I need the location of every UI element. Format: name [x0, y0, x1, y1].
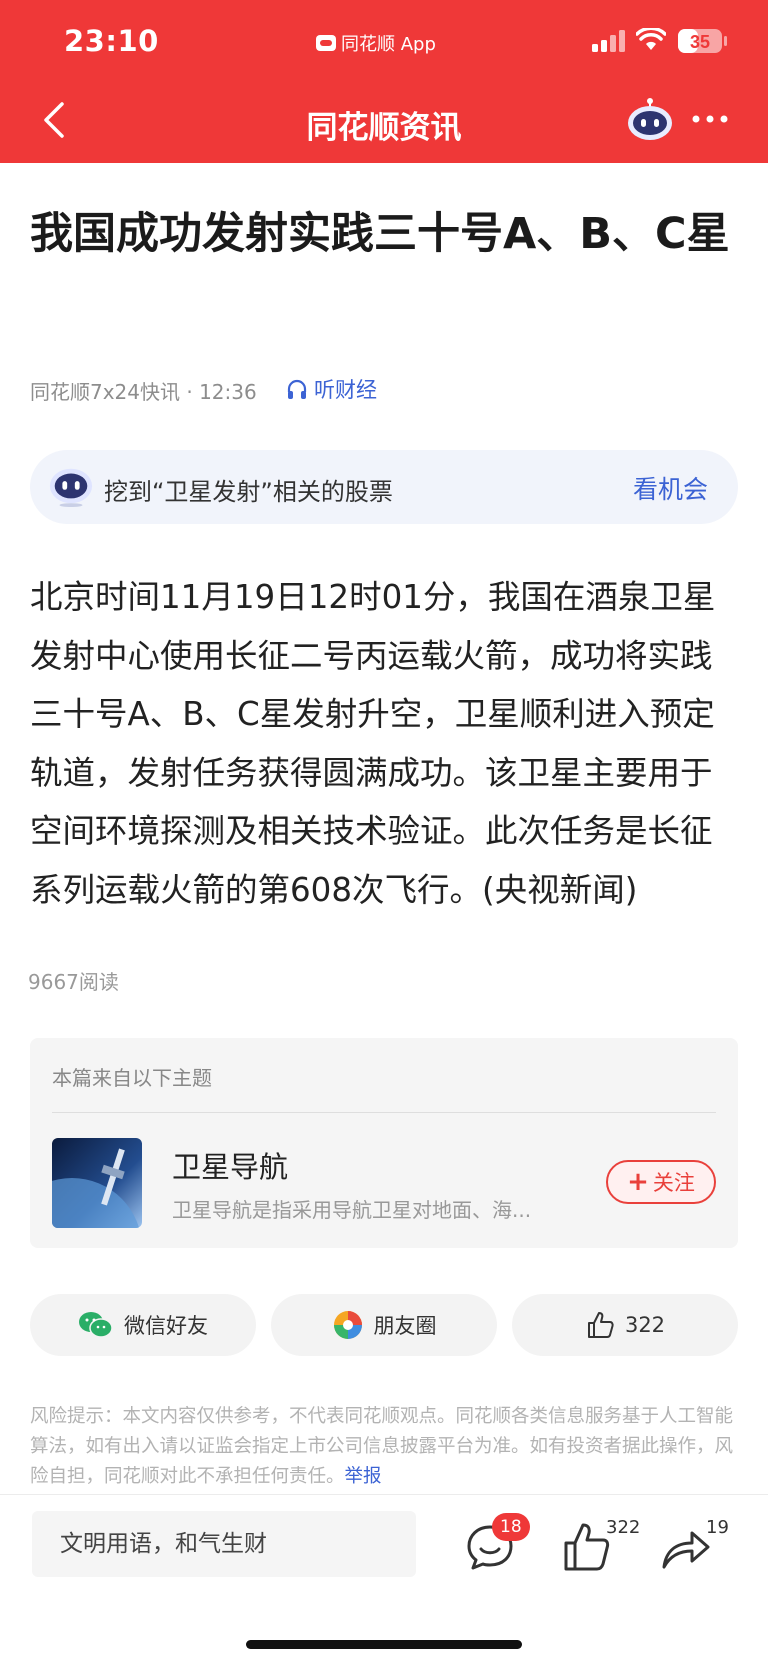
nav-bar: 同花顺资讯 — [0, 84, 768, 163]
topic-name[interactable]: 卫星导航 — [172, 1144, 288, 1186]
risk-notice: 风险提示：本文内容仅供参考，不代表同花顺观点。同花顺各类信息服务基于人工智能算法… — [30, 1402, 742, 1492]
more-dots-icon[interactable] — [688, 106, 732, 132]
like-count: 322 — [606, 1517, 641, 1538]
article-headline: 我国成功发射实践三十号A、B、C星 — [30, 209, 730, 259]
wechat-icon — [79, 1312, 113, 1338]
top-bar: 23:10 同花顺 App 35 同花顺资讯 — [0, 0, 768, 163]
status-carrier: 同花顺 App — [316, 30, 436, 56]
app-logo-icon — [316, 35, 336, 51]
comment-input[interactable]: 文明用语，和气生财 — [32, 1511, 416, 1577]
topic-card: 本篇来自以下主题 卫星导航 卫星导航是指采用导航卫星对地面、海... + 关注 — [30, 1038, 738, 1248]
wechat-label: 微信好友 — [124, 1314, 208, 1338]
status-time: 23:10 — [64, 24, 159, 58]
article-body: 北京时间11月19日12时01分，我国在酒泉卫星发射中心使用长征二号丙运载火箭，… — [30, 578, 716, 909]
like-button[interactable]: 322 — [512, 1294, 738, 1356]
wifi-icon — [636, 28, 666, 50]
like-count: 322 — [624, 1313, 666, 1337]
carrier-label: 同花顺 App — [341, 34, 436, 55]
robot-icon[interactable] — [626, 96, 674, 142]
topic-thumbnail[interactable] — [52, 1138, 142, 1228]
moments-label: 朋友圈 — [373, 1314, 437, 1338]
share-count: 19 — [706, 1517, 729, 1538]
moments-icon — [333, 1311, 362, 1339]
listen-label: 听财经 — [314, 378, 377, 402]
battery-icon: 35 — [678, 28, 728, 54]
share-moments-button[interactable]: 朋友圈 — [271, 1294, 497, 1356]
banner-text: 挖到“卫星发射”相关的股票 — [104, 478, 393, 506]
robot-icon — [49, 468, 93, 508]
read-count: 9667阅读 — [28, 970, 119, 994]
comment-count-badge: 18 — [492, 1513, 530, 1541]
follow-label: 关注 — [652, 1171, 695, 1195]
share-wechat-button[interactable]: 微信好友 — [30, 1294, 256, 1356]
battery-level: 35 — [690, 32, 710, 52]
article-source-time: 同花顺7x24快讯 · 12:36 — [30, 380, 257, 404]
follow-button[interactable]: + 关注 — [606, 1160, 716, 1204]
home-indicator — [246, 1640, 522, 1649]
related-stocks-banner[interactable]: 挖到“卫星发射”相关的股票 看机会 — [30, 450, 738, 524]
topic-heading: 本篇来自以下主题 — [52, 1066, 212, 1090]
see-opportunity-link[interactable]: 看机会 — [633, 470, 708, 506]
report-link[interactable]: 举报 — [345, 1466, 382, 1487]
topic-description: 卫星导航是指采用导航卫星对地面、海... — [172, 1198, 532, 1222]
headphones-icon — [287, 379, 307, 399]
divider — [52, 1112, 716, 1113]
listen-button[interactable]: 听财经 — [286, 374, 377, 404]
plus-icon: + — [627, 1167, 649, 1197]
bottom-bar: 文明用语，和气生财 18 322 19 — [0, 1494, 768, 1663]
signal-icon — [592, 30, 625, 52]
status-bar: 23:10 同花顺 App 35 — [0, 0, 768, 84]
thumbs-up-icon — [587, 1312, 614, 1338]
